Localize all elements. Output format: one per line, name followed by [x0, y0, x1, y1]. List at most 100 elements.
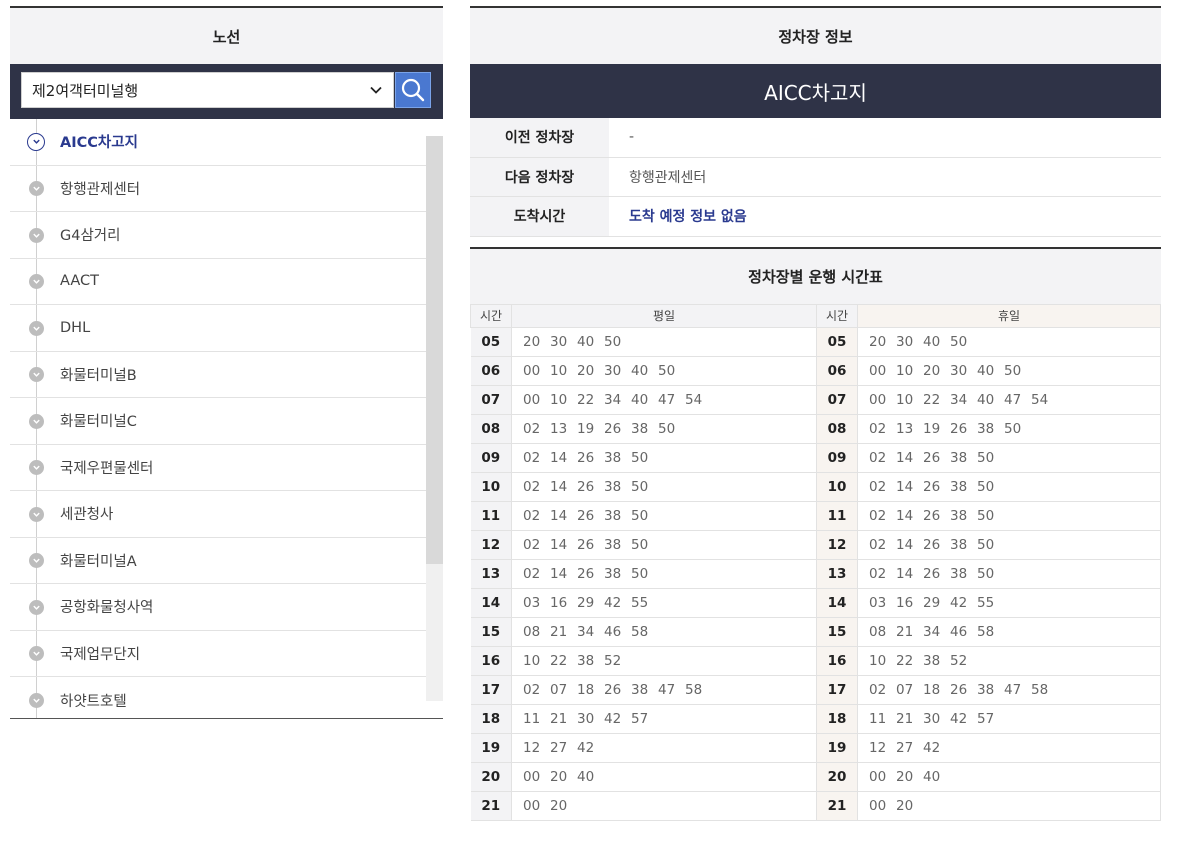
table-row: 13 02 14 26 38 50 13 02 14 26 38 50	[470, 559, 1161, 589]
col-holiday: 휴일	[857, 303, 1161, 328]
chevron-down-circle-icon	[29, 693, 44, 709]
minute: 26	[577, 449, 595, 466]
minute: 57	[631, 710, 649, 727]
hour-cell: 18	[816, 704, 858, 734]
stop-item[interactable]: DHL	[10, 305, 426, 352]
stop-item[interactable]: AICC차고지	[10, 119, 426, 166]
minute: 30	[550, 333, 568, 350]
minute: 14	[896, 536, 914, 553]
stop-item[interactable]: 화물터미널C	[10, 398, 426, 445]
stop-item[interactable]: 항행관제센터	[10, 165, 426, 212]
minute: 58	[1031, 681, 1049, 698]
minute: 30	[950, 362, 968, 379]
stop-item[interactable]: 세관청사	[10, 491, 426, 538]
minute: 00	[523, 362, 541, 379]
stop-item[interactable]: 화물터미널A	[10, 537, 426, 584]
minute: 22	[896, 652, 914, 669]
minute: 26	[604, 420, 622, 437]
table-row: 19 12 27 42 19 12 27 42	[470, 733, 1161, 763]
hour-cell: 06	[470, 356, 512, 386]
hour-cell: 14	[470, 588, 512, 618]
minute: 02	[869, 420, 887, 437]
stop-label: 화물터미널C	[60, 414, 137, 431]
hour-cell: 18	[470, 704, 512, 734]
minute: 02	[523, 681, 541, 698]
info-key: 도착시간	[470, 197, 609, 236]
info-row: 다음 정차장 항행관제센터	[470, 157, 1161, 197]
info-value: -	[629, 129, 635, 146]
minute: 42	[604, 710, 622, 727]
minute: 16	[896, 594, 914, 611]
minute: 26	[923, 536, 941, 553]
minute: 10	[523, 652, 541, 669]
stop-item[interactable]: 화물터미널B	[10, 351, 426, 398]
col-hour-weekday: 시간	[470, 303, 512, 328]
minute: 40	[577, 333, 595, 350]
minute: 50	[631, 507, 649, 524]
minute: 00	[523, 797, 541, 814]
minute: 11	[523, 710, 541, 727]
hour-cell: 09	[470, 443, 512, 473]
current-stop-name: AICC차고지	[470, 64, 1161, 118]
hour-cell: 06	[816, 356, 858, 386]
minute: 38	[604, 478, 622, 495]
minute: 42	[577, 739, 595, 756]
minute: 38	[604, 507, 622, 524]
hour-cell: 07	[816, 385, 858, 415]
minute: 02	[523, 565, 541, 582]
minute: 14	[550, 565, 568, 582]
minute: 46	[604, 623, 622, 640]
table-row: 15 08 21 34 46 58 15 08 21 34 46 58	[470, 617, 1161, 647]
holiday-minutes: 02 14 26 38 50	[857, 472, 1161, 502]
minute: 29	[577, 594, 595, 611]
scrollbar-thumb[interactable]	[426, 136, 443, 564]
chevron-down-circle-icon	[29, 274, 44, 290]
minute: 26	[923, 449, 941, 466]
minute: 54	[685, 391, 703, 408]
col-weekday: 평일	[511, 303, 817, 328]
stop-label: 화물터미널B	[60, 367, 137, 384]
hour-cell: 21	[816, 791, 858, 821]
minute: 38	[950, 449, 968, 466]
chevron-down-circle-icon	[29, 413, 44, 429]
stop-item[interactable]: 국제우편물센터	[10, 444, 426, 491]
holiday-minutes: 12 27 42	[857, 733, 1161, 763]
minute: 38	[950, 507, 968, 524]
stop-item[interactable]: 하얏트호텔	[10, 677, 426, 718]
minute: 40	[977, 391, 995, 408]
hour-cell: 05	[470, 327, 512, 357]
minute: 10	[550, 362, 568, 379]
minute: 12	[523, 739, 541, 756]
search-button[interactable]	[395, 72, 431, 108]
minute: 20	[896, 797, 914, 814]
minute: 10	[896, 362, 914, 379]
minute: 50	[977, 478, 995, 495]
minute: 52	[950, 652, 968, 669]
minute: 50	[977, 536, 995, 553]
minute: 50	[1004, 362, 1022, 379]
stop-item[interactable]: 국제업무단지	[10, 630, 426, 677]
route-panel: 노선 제2여객터미널행 AICC차고지 항행관제센터 G4삼거리 AACT DHL 화물터…	[10, 6, 443, 719]
minute: 30	[577, 710, 595, 727]
info-row: 이전 정차장 -	[470, 118, 1161, 158]
minute: 38	[604, 449, 622, 466]
info-key: 이전 정차장	[470, 118, 609, 157]
minute: 30	[604, 362, 622, 379]
minute: 47	[1004, 391, 1022, 408]
minute: 30	[923, 710, 941, 727]
stop-label: 화물터미널A	[60, 553, 137, 570]
stop-item[interactable]: G4삼거리	[10, 212, 426, 259]
table-row: 14 03 16 29 42 55 14 03 16 29 42 55	[470, 588, 1161, 618]
stop-item[interactable]: 공항화물청사역	[10, 584, 426, 631]
minute: 50	[1004, 420, 1022, 437]
timetable: 시간 평일 시간 휴일 05 20 30 40 50 05 20 30 40 50 06 00 10 20…	[470, 303, 1161, 821]
minute: 02	[869, 565, 887, 582]
minute: 10	[550, 391, 568, 408]
minute: 18	[577, 681, 595, 698]
hour-cell: 08	[470, 414, 512, 444]
stop-info-title: 정차장 정보	[470, 6, 1161, 64]
minute: 40	[923, 333, 941, 350]
stop-item[interactable]: AACT	[10, 258, 426, 305]
route-select[interactable]: 제2여객터미널행	[21, 72, 394, 108]
minute: 10	[896, 391, 914, 408]
